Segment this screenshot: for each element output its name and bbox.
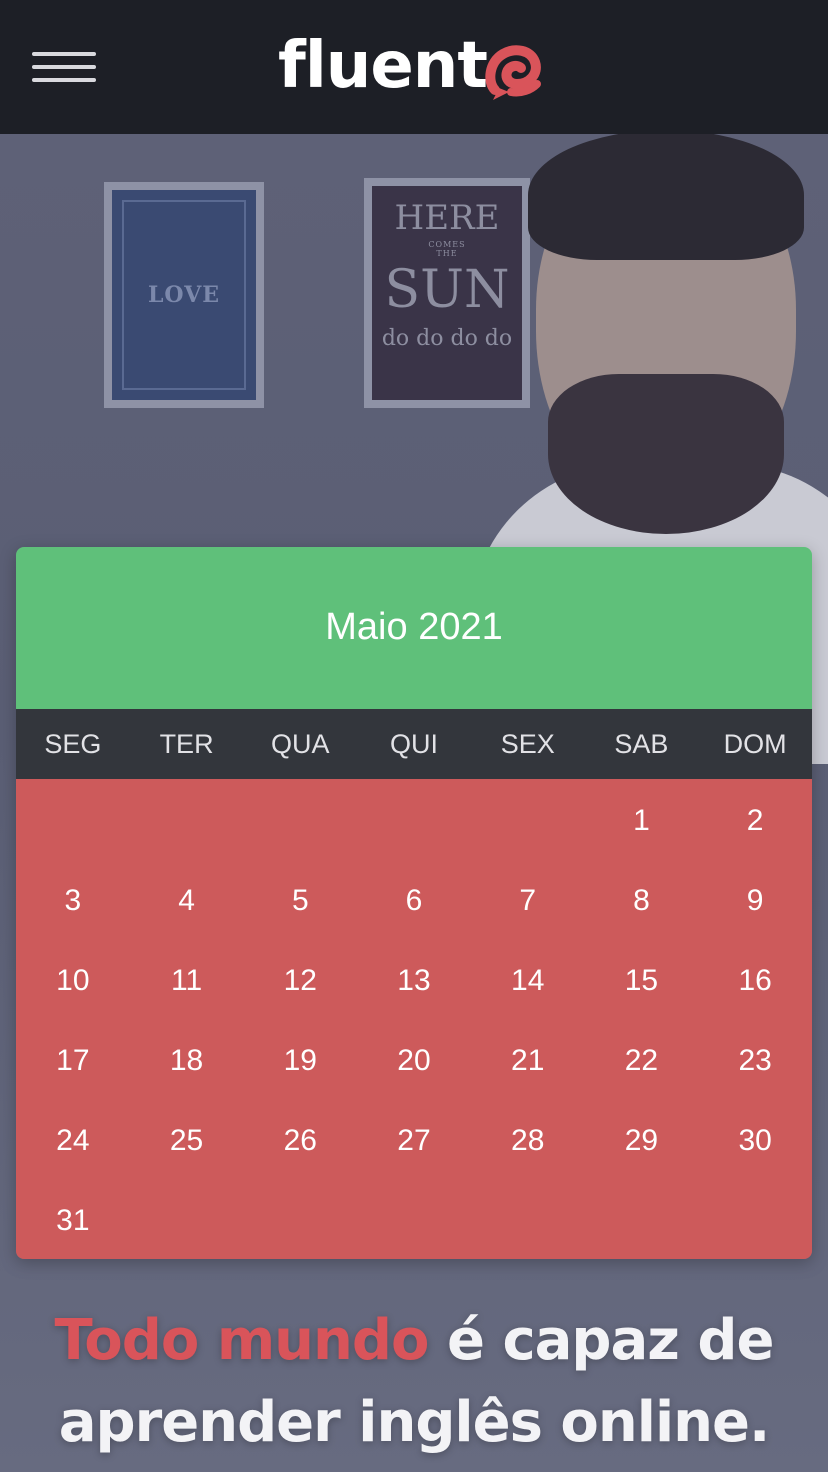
hamburger-menu-icon[interactable] bbox=[30, 50, 98, 86]
calendar-day[interactable]: 7 bbox=[471, 861, 585, 941]
calendar-day-empty bbox=[130, 781, 244, 861]
weekday-label: SEG bbox=[44, 728, 102, 759]
calendar-day[interactable]: 26 bbox=[243, 1101, 357, 1181]
headline-text: é capaz de bbox=[428, 1308, 775, 1373]
calendar-day[interactable]: 22 bbox=[585, 1021, 699, 1101]
calendar-day[interactable]: 29 bbox=[585, 1101, 699, 1181]
calendar-day[interactable]: 21 bbox=[471, 1021, 585, 1101]
calendar-day[interactable]: 27 bbox=[357, 1101, 471, 1181]
menu-line bbox=[32, 52, 96, 56]
calendar-header: Maio 2021 bbox=[16, 547, 812, 709]
weekday-label: QUI bbox=[389, 728, 438, 759]
calendar-day[interactable]: 9 bbox=[698, 861, 812, 941]
calendar-day-empty bbox=[357, 781, 471, 861]
calendar-day[interactable]: 24 bbox=[16, 1101, 130, 1181]
calendar-day-empty bbox=[698, 1181, 812, 1259]
calendar-day-empty bbox=[130, 1181, 244, 1259]
calendar-day[interactable]: 31 bbox=[16, 1181, 130, 1259]
calendar-day[interactable]: 16 bbox=[698, 941, 812, 1021]
calendar-day-empty bbox=[585, 1181, 699, 1259]
poster-line: THE bbox=[436, 249, 458, 258]
poster-line: do do do do bbox=[381, 326, 513, 351]
hero-headline: Todo mundo é capaz de aprender inglês on… bbox=[0, 1300, 828, 1464]
calendar-day[interactable]: 13 bbox=[357, 941, 471, 1021]
calendar-day[interactable]: 23 bbox=[698, 1021, 812, 1101]
logo-text: fluent bbox=[278, 29, 488, 103]
poster-love-text: LOVE bbox=[147, 282, 221, 308]
calendar-days-grid: 1 2 3 4 5 6 7 8 9 10 11 12 13 14 15 16 1… bbox=[16, 779, 812, 1259]
calendar-day[interactable]: 3 bbox=[16, 861, 130, 941]
calendar-day-empty bbox=[357, 1181, 471, 1259]
poster-line: COMES bbox=[428, 240, 466, 249]
poster-line: SUN bbox=[384, 260, 510, 320]
calendar-day[interactable]: 15 bbox=[585, 941, 699, 1021]
poster-line: HERE bbox=[394, 198, 500, 238]
calendar-day[interactable]: 12 bbox=[243, 941, 357, 1021]
person-hair bbox=[528, 134, 804, 260]
calendar-weekday-row: SEG TER QUA QUI SEX SAB DOM bbox=[16, 709, 812, 779]
headline-text-line2: aprender inglês online. bbox=[58, 1390, 771, 1455]
weekday-label: SAB bbox=[614, 728, 669, 759]
calendar-day-empty bbox=[16, 781, 130, 861]
headline-accent-text: Todo mundo bbox=[54, 1308, 430, 1373]
love-poster: LOVE bbox=[104, 182, 264, 408]
calendar-day[interactable]: 10 bbox=[16, 941, 130, 1021]
calendar-day[interactable]: 1 bbox=[585, 781, 699, 861]
calendar-widget: Maio 2021 SEG TER QUA QUI SEX SAB DOM 1 … bbox=[16, 547, 812, 1259]
weekday-label: TER bbox=[159, 728, 214, 759]
calendar-day[interactable]: 25 bbox=[130, 1101, 244, 1181]
calendar-day[interactable]: 18 bbox=[130, 1021, 244, 1101]
weekday-label: SEX bbox=[500, 728, 555, 759]
calendar-day-empty bbox=[471, 781, 585, 861]
logo-speech-mark-icon bbox=[485, 45, 541, 100]
calendar-day[interactable]: 30 bbox=[698, 1101, 812, 1181]
calendar-day[interactable]: 4 bbox=[130, 861, 244, 941]
calendar-day-empty bbox=[243, 1181, 357, 1259]
menu-line bbox=[32, 65, 96, 69]
calendar-day[interactable]: 5 bbox=[243, 861, 357, 941]
fluency-logo[interactable]: fluent bbox=[278, 26, 545, 106]
here-comes-the-sun-poster: HERE COMES THE SUN do do do do bbox=[364, 178, 530, 408]
calendar-day[interactable]: 19 bbox=[243, 1021, 357, 1101]
calendar-day[interactable]: 17 bbox=[16, 1021, 130, 1101]
calendar-day[interactable]: 28 bbox=[471, 1101, 585, 1181]
person-beard bbox=[548, 374, 784, 534]
top-navigation-bar: fluent bbox=[0, 0, 828, 134]
calendar-day[interactable]: 2 bbox=[698, 781, 812, 861]
calendar-day[interactable]: 14 bbox=[471, 941, 585, 1021]
calendar-day[interactable]: 6 bbox=[357, 861, 471, 941]
calendar-day-empty bbox=[471, 1181, 585, 1259]
weekday-label: DOM bbox=[723, 728, 787, 759]
calendar-day[interactable]: 20 bbox=[357, 1021, 471, 1101]
calendar-day[interactable]: 11 bbox=[130, 941, 244, 1021]
calendar-day-empty bbox=[243, 781, 357, 861]
calendar-month-title: Maio 2021 bbox=[325, 605, 503, 648]
calendar-day[interactable]: 8 bbox=[585, 861, 699, 941]
weekday-label: QUA bbox=[271, 728, 330, 759]
menu-line bbox=[32, 78, 96, 82]
